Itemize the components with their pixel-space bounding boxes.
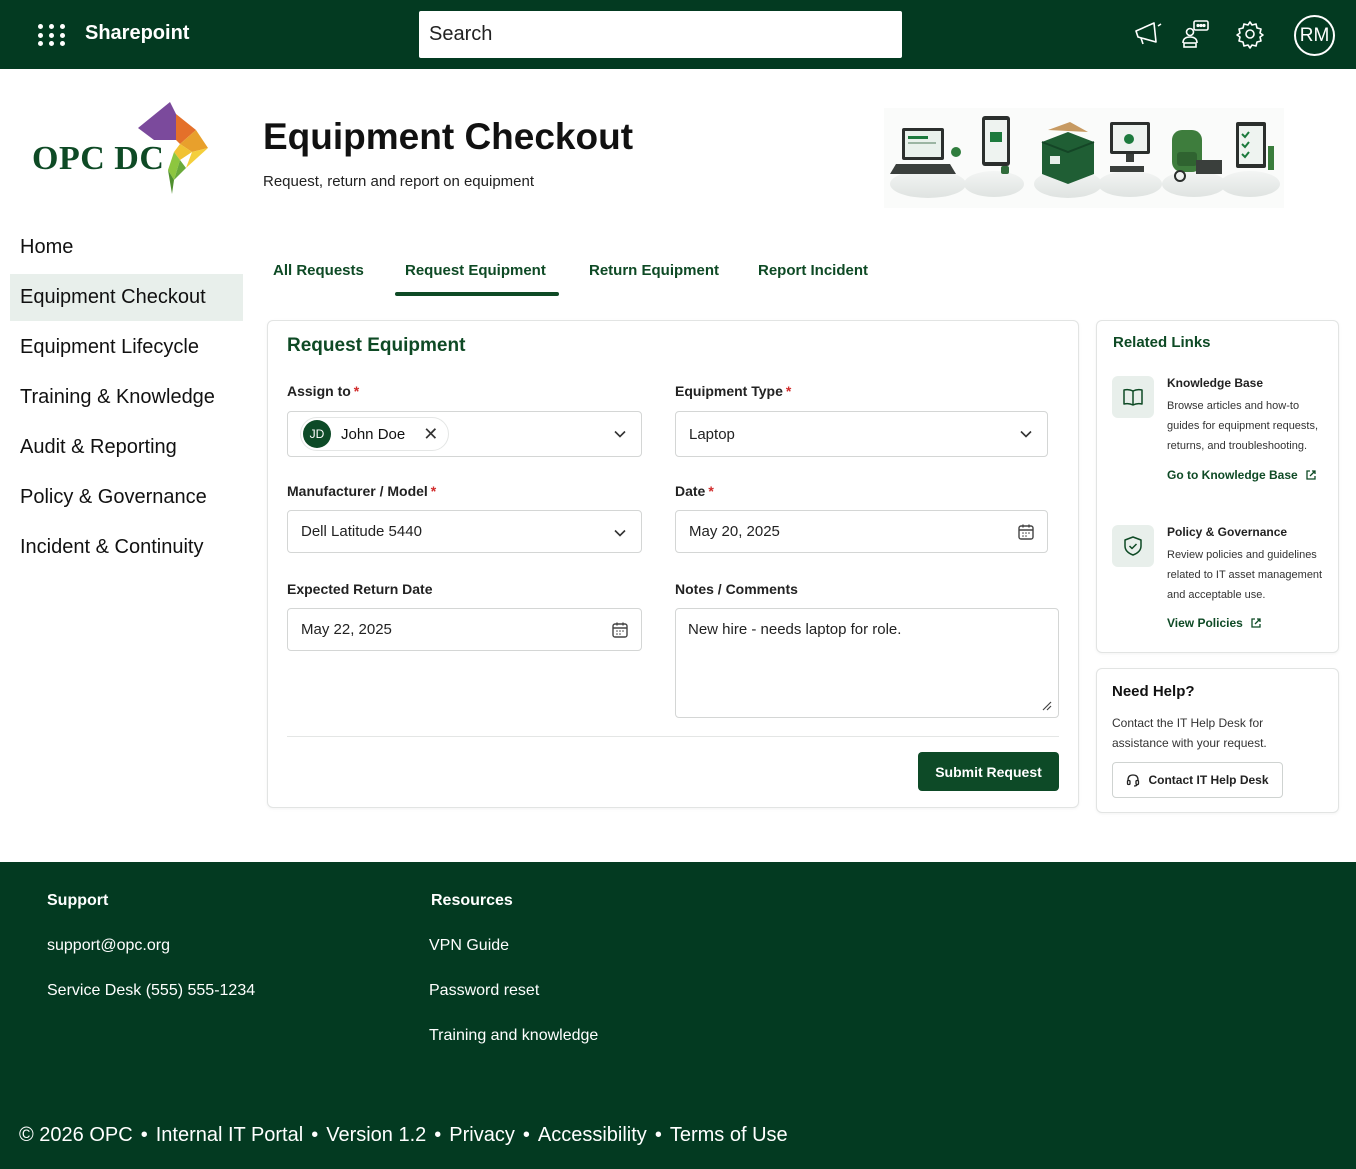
chat-org-icon[interactable] <box>1180 18 1212 50</box>
contact-help-desk-button[interactable]: Contact IT Help Desk <box>1112 762 1283 798</box>
book-icon <box>1112 376 1154 418</box>
expected-return-label: Expected Return Date <box>287 581 433 597</box>
left-navigation: Home Equipment Checkout Equipment Lifecy… <box>10 224 243 574</box>
footer-vpn-guide[interactable]: VPN Guide <box>429 937 509 955</box>
nav-item-policy-governance[interactable]: Policy & Governance <box>10 474 243 521</box>
footer-bottom-bar: © 2026 OPC • Internal IT Portal • Version 1.… <box>19 1124 788 1146</box>
footer-password-reset[interactable]: Password reset <box>429 982 539 1000</box>
footer-support-heading: Support <box>47 892 109 909</box>
notes-value: New hire - needs laptop for role. <box>688 621 902 638</box>
view-policies-link[interactable]: View Policies <box>1167 616 1262 630</box>
tab-report-incident[interactable]: Report Incident <box>758 262 868 279</box>
headset-icon <box>1127 774 1140 787</box>
active-tab-indicator <box>395 292 559 296</box>
assignee-avatar: JD <box>303 420 331 448</box>
resize-handle-icon[interactable] <box>1042 701 1052 711</box>
assignee-name: John Doe <box>341 425 406 443</box>
request-form-card <box>267 320 1079 808</box>
manufacturer-label: Manufacturer / Model * <box>287 483 437 499</box>
remove-assignee-icon[interactable]: ✕ <box>423 425 438 443</box>
knowledge-base-description: Browse articles and how-to guides for eq… <box>1167 400 1319 452</box>
manufacturer-value: Dell Latitude 5440 <box>301 523 422 540</box>
external-link-icon <box>1251 618 1261 628</box>
footer-service-desk[interactable]: Service Desk (555) 555-1234 <box>47 982 255 1000</box>
equipment-type-value: Laptop <box>689 425 735 443</box>
footer-support-email[interactable]: support@opc.org <box>47 937 170 955</box>
knowledge-base-title: Knowledge Base <box>1167 376 1264 390</box>
megaphone-icon[interactable] <box>1132 18 1164 50</box>
policy-governance-title: Policy & Governance <box>1167 525 1288 539</box>
form-divider <box>287 736 1059 737</box>
calendar-icon[interactable] <box>611 621 629 639</box>
assignee-chip: JD John Doe ✕ <box>300 417 450 451</box>
search-input[interactable] <box>419 11 902 58</box>
form-title: Request Equipment <box>287 335 466 356</box>
submit-request-button[interactable]: Submit Request <box>918 752 1059 791</box>
privacy-link[interactable]: Privacy <box>449 1124 515 1146</box>
notes-textarea[interactable]: New hire - needs laptop for role. <box>675 608 1059 718</box>
chevron-down-icon[interactable] <box>1019 427 1033 441</box>
accessibility-link[interactable]: Accessibility <box>538 1124 647 1146</box>
equipment-illustration <box>884 108 1284 208</box>
waffle-icon[interactable] <box>38 24 65 46</box>
nav-item-home[interactable]: Home <box>10 224 243 271</box>
tab-all-requests[interactable]: All Requests <box>273 262 364 279</box>
assign-to-label: Assign to * <box>287 383 360 399</box>
assign-to-field[interactable]: JD John Doe ✕ <box>287 411 642 457</box>
portal-name: Internal IT Portal <box>155 1124 304 1146</box>
footer-training-knowledge[interactable]: Training and knowledge <box>429 1027 598 1045</box>
shield-check-icon <box>1112 525 1154 567</box>
chevron-down-icon[interactable] <box>613 526 627 540</box>
date-field[interactable]: May 20, 2025 <box>675 510 1048 553</box>
version: Version 1.2 <box>326 1124 427 1146</box>
footer-resources-heading: Resources <box>431 892 513 909</box>
need-help-description: Contact the IT Help Desk for assistance … <box>1112 716 1267 750</box>
nav-item-training-knowledge[interactable]: Training & Knowledge <box>10 374 243 421</box>
need-help-title: Need Help? <box>1112 683 1195 700</box>
calendar-icon[interactable] <box>1017 523 1035 541</box>
expected-return-field[interactable]: May 22, 2025 <box>287 608 642 651</box>
logo-mark <box>138 102 208 194</box>
footer <box>0 862 1356 1169</box>
related-links-title: Related Links <box>1113 334 1211 351</box>
date-value: May 20, 2025 <box>689 523 780 540</box>
tab-request-equipment[interactable]: Request Equipment <box>405 262 546 279</box>
app-name[interactable]: Sharepoint <box>85 22 189 45</box>
nav-item-equipment-checkout[interactable]: Equipment Checkout <box>10 274 243 321</box>
page-subtitle: Request, return and report on equipment <box>263 173 535 190</box>
logo[interactable]: OPC DC <box>32 100 212 200</box>
manufacturer-select[interactable]: Dell Latitude 5440 <box>287 510 642 553</box>
nav-item-audit-reporting[interactable]: Audit & Reporting <box>10 424 243 471</box>
external-link-icon <box>1306 470 1316 480</box>
nav-item-equipment-lifecycle[interactable]: Equipment Lifecycle <box>10 324 243 371</box>
page-title: Equipment Checkout <box>263 116 634 157</box>
gear-icon[interactable] <box>1234 18 1266 50</box>
policy-governance-description: Review policies and guidelines related t… <box>1167 549 1323 601</box>
expected-return-value: May 22, 2025 <box>301 621 392 638</box>
notes-label: Notes / Comments <box>675 581 798 597</box>
knowledge-base-link[interactable]: Go to Knowledge Base <box>1167 468 1317 482</box>
user-avatar[interactable]: RM <box>1294 15 1335 56</box>
date-label: Date * <box>675 483 714 499</box>
nav-item-incident-continuity[interactable]: Incident & Continuity <box>10 524 243 571</box>
terms-link[interactable]: Terms of Use <box>670 1124 788 1146</box>
copyright: © 2026 OPC <box>19 1124 133 1146</box>
tab-return-equipment[interactable]: Return Equipment <box>589 262 719 279</box>
top-bar: Sharepoint RM <box>0 0 1356 69</box>
equipment-type-label: Equipment Type * <box>675 383 792 399</box>
equipment-type-select[interactable]: Laptop <box>675 411 1048 457</box>
chevron-down-icon[interactable] <box>613 427 627 441</box>
